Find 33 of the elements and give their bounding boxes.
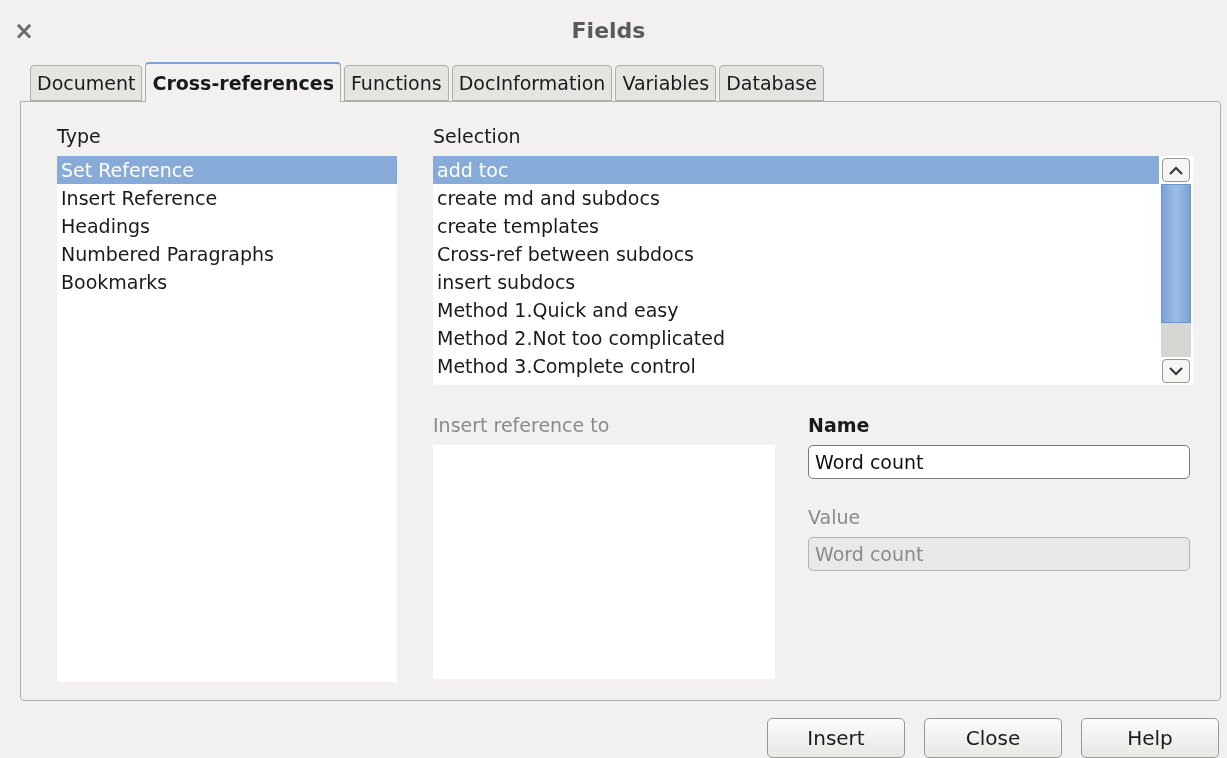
tab[interactable]: DocInformation [451, 65, 613, 102]
type-label: Type [57, 124, 102, 150]
list-item[interactable]: create templates [433, 212, 1159, 241]
list-item[interactable]: Cross-ref between subdocs [433, 240, 1159, 269]
scroll-down-button[interactable] [1162, 359, 1190, 384]
list-item[interactable]: Bookmarks [57, 268, 397, 297]
chevron-down-icon [1169, 366, 1183, 376]
tab[interactable]: Cross-references [145, 62, 341, 103]
scroll-up-button[interactable] [1162, 158, 1190, 183]
list-item[interactable]: Method 3.Complete control [433, 352, 1159, 381]
list-item[interactable]: insert subdocs [433, 268, 1159, 297]
tab[interactable]: Document [30, 65, 143, 102]
list-item[interactable]: Numbered Paragraphs [57, 240, 397, 269]
dialog-button[interactable]: Close [924, 718, 1062, 758]
list-item[interactable]: Insert Reference [57, 184, 397, 213]
name-label: Name [808, 413, 871, 439]
tab[interactable]: Database [719, 65, 824, 102]
close-icon[interactable]: × [14, 16, 34, 45]
scrollbar-thumb[interactable] [1161, 184, 1191, 323]
list-item[interactable]: create md and subdocs [433, 184, 1159, 213]
list-item[interactable]: Headings [57, 212, 397, 241]
tab[interactable]: Functions [343, 65, 449, 102]
window-title: Fields [570, 18, 647, 44]
selection-label: Selection [433, 124, 522, 150]
name-field[interactable]: Word count [808, 445, 1190, 480]
chevron-up-icon [1169, 165, 1183, 175]
list-item[interactable]: Method 1.Quick and easy [433, 296, 1159, 325]
dialog-button[interactable]: Insert [767, 718, 905, 758]
insert-reference-label: Insert reference to [433, 413, 611, 439]
list-item[interactable]: Method 2.Not too complicated [433, 324, 1159, 353]
tab[interactable]: Variables [615, 65, 717, 102]
value-label: Value [808, 505, 862, 531]
dialog-button[interactable]: Help [1081, 718, 1219, 758]
